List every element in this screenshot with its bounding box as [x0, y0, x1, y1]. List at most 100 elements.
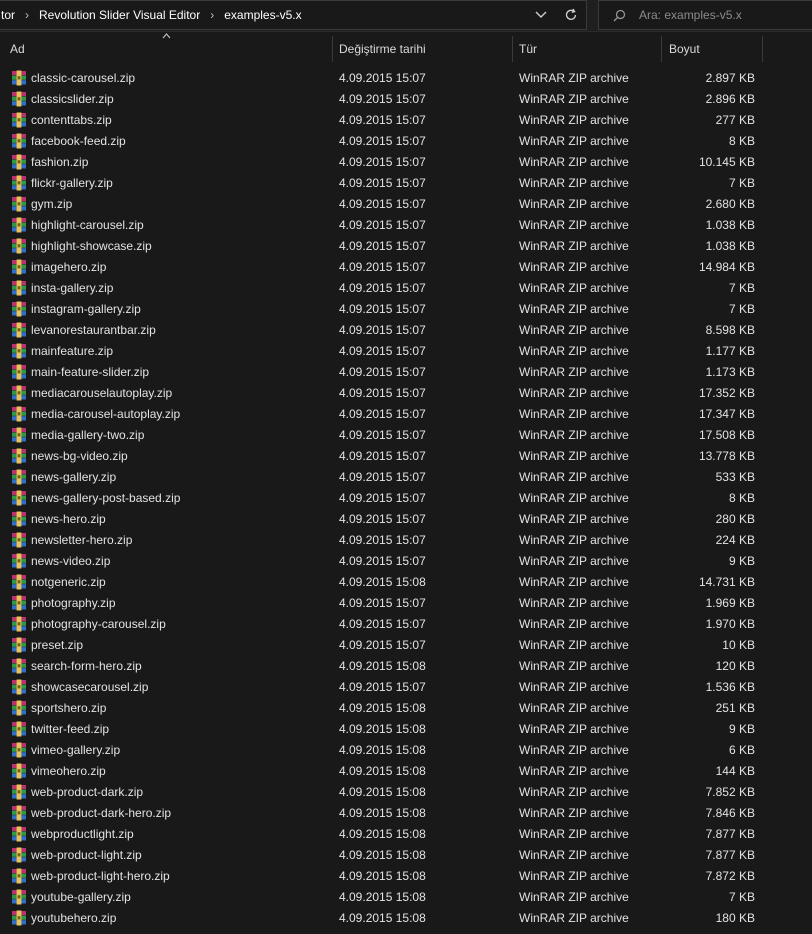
breadcrumb-separator-icon[interactable]: ›	[210, 8, 214, 22]
file-row[interactable]: vimeohero.zip 4.09.2015 15:08 WinRAR ZIP a…	[0, 761, 812, 782]
file-row[interactable]: vimeo-gallery.zip 4.09.2015 15:08 WinRAR Z…	[0, 740, 812, 761]
column-header-size[interactable]: Boyut	[662, 36, 763, 62]
file-row[interactable]: media-gallery-two.zip 4.09.2015 15:07 WinR…	[0, 425, 812, 446]
file-size: 14.984 KB	[698, 260, 755, 274]
file-type: WinRAR ZIP archive	[519, 365, 629, 379]
file-type: WinRAR ZIP archive	[519, 911, 629, 925]
winrar-archive-icon	[11, 574, 27, 590]
file-date: 4.09.2015 15:07	[339, 71, 426, 85]
file-row[interactable]: web-product-dark-hero.zip 4.09.2015 15:08…	[0, 803, 812, 824]
file-size: 17.508 KB	[698, 428, 755, 442]
file-row[interactable]: facebook-feed.zip 4.09.2015 15:07 WinRAR Z…	[0, 131, 812, 152]
file-row[interactable]: web-product-dark.zip 4.09.2015 15:08 WinRA…	[0, 782, 812, 803]
search-box[interactable]: Ara: examples-v5.x	[598, 0, 812, 30]
file-row[interactable]: contenttabs.zip 4.09.2015 15:07 WinRAR ZIP…	[0, 110, 812, 131]
file-row[interactable]: imagehero.zip 4.09.2015 15:07 WinRAR ZIP a…	[0, 257, 812, 278]
winrar-archive-icon	[11, 553, 27, 569]
file-row[interactable]: sportshero.zip 4.09.2015 15:08 WinRAR ZIP …	[0, 698, 812, 719]
file-row[interactable]: mediacarouselautoplay.zip 4.09.2015 15:07…	[0, 383, 812, 404]
file-type: WinRAR ZIP archive	[519, 197, 629, 211]
column-header-name[interactable]: Ad	[0, 33, 333, 62]
breadcrumb-item[interactable]: tor	[1, 8, 15, 22]
file-row[interactable]: search-form-hero.zip 4.09.2015 15:08 WinRA…	[0, 656, 812, 677]
file-row[interactable]: news-bg-video.zip 4.09.2015 15:07 WinRAR Z…	[0, 446, 812, 467]
file-type: WinRAR ZIP archive	[519, 71, 629, 85]
file-name: news-gallery-post-based.zip	[31, 491, 181, 505]
file-size: 7.852 KB	[705, 785, 755, 799]
file-name: classic-carousel.zip	[31, 71, 136, 85]
winrar-archive-icon	[11, 133, 27, 149]
file-row[interactable]: media-carousel-autoplay.zip 4.09.2015 15:…	[0, 404, 812, 425]
file-size: 277 KB	[715, 113, 755, 127]
file-row[interactable]: preset.zip 4.09.2015 15:07 WinRAR ZIP arch…	[0, 635, 812, 656]
file-size: 7 KB	[728, 176, 755, 190]
file-type: WinRAR ZIP archive	[519, 491, 629, 505]
file-type: WinRAR ZIP archive	[519, 533, 629, 547]
file-date: 4.09.2015 15:08	[339, 827, 426, 841]
winrar-archive-icon	[11, 385, 27, 401]
column-header-type[interactable]: Tür	[513, 36, 662, 62]
file-name: web-product-dark.zip	[31, 785, 144, 799]
file-row[interactable]: news-video.zip 4.09.2015 15:07 WinRAR ZIP …	[0, 551, 812, 572]
file-type: WinRAR ZIP archive	[519, 554, 629, 568]
file-row[interactable]: classic-carousel.zip 4.09.2015 15:07 WinRA…	[0, 68, 812, 89]
address-bar[interactable]: tor › Revolution Slider Visual Editor › …	[0, 0, 587, 30]
file-row[interactable]: flickr-gallery.zip 4.09.2015 15:07 WinRAR …	[0, 173, 812, 194]
file-row[interactable]: insta-gallery.zip 4.09.2015 15:07 WinRAR Z…	[0, 278, 812, 299]
file-row[interactable]: photography.zip 4.09.2015 15:07 WinRAR ZIP…	[0, 593, 812, 614]
winrar-archive-icon	[11, 175, 27, 191]
file-date: 4.09.2015 15:07	[339, 491, 426, 505]
file-name: vimeo-gallery.zip	[31, 743, 121, 757]
winrar-archive-icon	[11, 322, 27, 338]
refresh-icon	[565, 8, 577, 20]
file-type: WinRAR ZIP archive	[519, 218, 629, 232]
file-row[interactable]: photography-carousel.zip 4.09.2015 15:07 W…	[0, 614, 812, 635]
refresh-button[interactable]	[556, 1, 586, 29]
file-size: 7.872 KB	[705, 869, 755, 883]
file-row[interactable]: highlight-carousel.zip 4.09.2015 15:07 Win…	[0, 215, 812, 236]
file-date: 4.09.2015 15:07	[339, 260, 426, 274]
file-date: 4.09.2015 15:07	[339, 680, 426, 694]
file-row[interactable]: newsletter-hero.zip 4.09.2015 15:07 WinRAR…	[0, 530, 812, 551]
breadcrumb-separator-icon[interactable]: ›	[25, 8, 29, 22]
file-date: 4.09.2015 15:07	[339, 365, 426, 379]
winrar-archive-icon	[11, 742, 27, 758]
file-row[interactable]: youtube-gallery.zip 4.09.2015 15:08 WinRAR…	[0, 887, 812, 908]
address-history-button[interactable]	[526, 1, 556, 29]
file-date: 4.09.2015 15:08	[339, 743, 426, 757]
file-row[interactable]: main-feature-slider.zip 4.09.2015 15:07 Wi…	[0, 362, 812, 383]
file-date: 4.09.2015 15:08	[339, 806, 426, 820]
breadcrumb-item[interactable]: Revolution Slider Visual Editor	[39, 8, 200, 22]
file-row[interactable]: webproductlight.zip 4.09.2015 15:08 WinRAR…	[0, 824, 812, 845]
file-row[interactable]: highlight-showcase.zip 4.09.2015 15:07 Win…	[0, 236, 812, 257]
file-row[interactable]: notgeneric.zip 4.09.2015 15:08 WinRAR ZIP …	[0, 572, 812, 593]
file-size: 9 KB	[728, 722, 755, 736]
file-row[interactable]: news-gallery-post-based.zip 4.09.2015 15:…	[0, 488, 812, 509]
file-row[interactable]: web-product-light-hero.zip 4.09.2015 15:0…	[0, 866, 812, 887]
winrar-archive-icon	[11, 364, 27, 380]
file-name: youtubehero.zip	[31, 911, 117, 925]
file-row[interactable]: instagram-gallery.zip 4.09.2015 15:07 WinR…	[0, 299, 812, 320]
file-name: youtube-gallery.zip	[31, 890, 131, 904]
file-row[interactable]: web-product-light.zip 4.09.2015 15:08 WinR…	[0, 845, 812, 866]
file-row[interactable]: levanorestaurantbar.zip 4.09.2015 15:07 Wi…	[0, 320, 812, 341]
file-row[interactable]: showcasecarousel.zip 4.09.2015 15:07 WinRA…	[0, 677, 812, 698]
file-date: 4.09.2015 15:07	[339, 323, 426, 337]
column-header-date[interactable]: Değiştirme tarihi	[333, 36, 513, 62]
file-row[interactable]: news-gallery.zip 4.09.2015 15:07 WinRAR ZI…	[0, 467, 812, 488]
search-input[interactable]: Ara: examples-v5.x	[639, 8, 742, 22]
winrar-archive-icon	[11, 889, 27, 905]
file-type: WinRAR ZIP archive	[519, 134, 629, 148]
file-row[interactable]: gym.zip 4.09.2015 15:07 WinRAR ZIP archive…	[0, 194, 812, 215]
file-row[interactable]: mainfeature.zip 4.09.2015 15:07 WinRAR ZIP…	[0, 341, 812, 362]
file-row[interactable]: classicslider.zip 4.09.2015 15:07 WinRAR Z…	[0, 89, 812, 110]
column-size-label: Boyut	[669, 42, 700, 56]
file-type: WinRAR ZIP archive	[519, 470, 629, 484]
winrar-archive-icon	[11, 448, 27, 464]
file-row[interactable]: news-hero.zip 4.09.2015 15:07 WinRAR ZIP a…	[0, 509, 812, 530]
file-row[interactable]: fashion.zip 4.09.2015 15:07 WinRAR ZIP arc…	[0, 152, 812, 173]
column-type-label: Tür	[519, 42, 537, 56]
file-row[interactable]: twitter-feed.zip 4.09.2015 15:08 WinRAR ZI…	[0, 719, 812, 740]
file-row[interactable]: youtubehero.zip 4.09.2015 15:08 WinRAR ZIP…	[0, 908, 812, 929]
breadcrumb-item[interactable]: examples-v5.x	[224, 8, 301, 22]
